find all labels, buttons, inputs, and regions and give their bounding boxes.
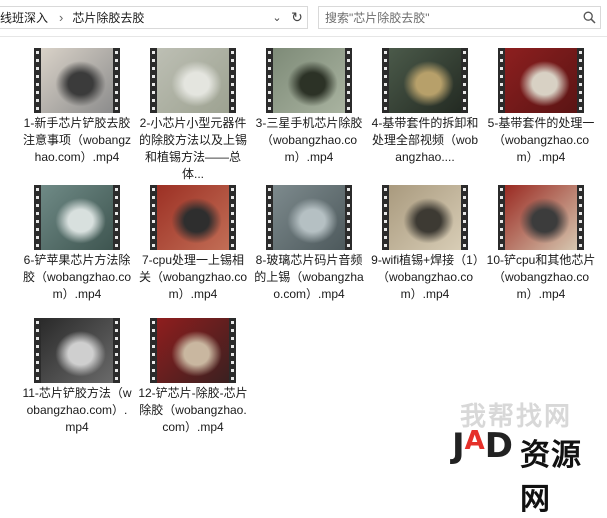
file-name: 5-基带套件的处理一（wobangzhao.com）.mp4 — [487, 116, 595, 164]
video-thumbnail — [34, 48, 120, 113]
watermark-logo: 我帮找网 JAD 资源网 — [452, 392, 607, 516]
video-thumbnail — [150, 185, 236, 250]
video-thumbnail — [34, 185, 120, 250]
film-strip-icon — [345, 48, 352, 113]
video-thumbnail — [498, 48, 584, 113]
film-strip-icon — [34, 185, 41, 250]
film-strip-icon — [266, 48, 273, 113]
film-strip-icon — [577, 185, 584, 250]
video-frame — [273, 185, 345, 250]
address-dropdown-icon[interactable]: ⌄ — [267, 7, 287, 28]
file-name: 10-铲cpu和其他芯片（wobangzhao.com）.mp4 — [486, 253, 596, 301]
video-frame — [41, 185, 113, 250]
file-name: 8-玻璃芯片码片音频的上锡（wobangzhao.com）.mp4 — [254, 253, 364, 301]
video-frame — [389, 185, 461, 250]
film-strip-icon — [229, 318, 236, 383]
breadcrumb-parent[interactable]: 线班深入 — [0, 9, 50, 26]
video-thumbnail — [266, 185, 352, 250]
film-strip-icon — [577, 48, 584, 113]
file-name: 6-铲苹果芯片方法除胶（wobangzhao.com）.mp4 — [22, 253, 132, 301]
film-strip-icon — [229, 185, 236, 250]
watermark-logo-j: J — [452, 426, 465, 466]
video-frame — [157, 48, 229, 113]
video-frame — [157, 318, 229, 383]
video-thumbnail — [34, 318, 120, 383]
file-name: 1-新手芯片铲胶去胶注意事项（wobangzhao.com）.mp4 — [22, 116, 132, 164]
film-strip-icon — [461, 48, 468, 113]
file-name: 7-cpu处理一上锡相关（wobangzhao.com）.mp4 — [138, 253, 248, 301]
file-name: 12-铲芯片-除胶-芯片除胶（wobangzhao.com）.mp4 — [138, 386, 248, 434]
video-frame — [41, 318, 113, 383]
film-strip-icon — [150, 185, 157, 250]
video-thumbnail — [150, 48, 236, 113]
film-strip-icon — [498, 48, 505, 113]
refresh-icon[interactable]: ↻ — [287, 7, 307, 28]
video-frame — [505, 48, 577, 113]
film-strip-icon — [382, 48, 389, 113]
film-strip-icon — [113, 318, 120, 383]
video-thumbnail — [498, 185, 584, 250]
breadcrumb-chevron-icon[interactable]: › — [50, 10, 72, 25]
film-strip-icon — [113, 48, 120, 113]
video-frame — [389, 48, 461, 113]
breadcrumb-current[interactable]: 芯片除胶去胶 — [72, 9, 146, 26]
search-input[interactable]: 搜索"芯片除胶去胶" — [319, 9, 578, 26]
file-name: 3-三星手机芯片除胶（wobangzhao.com）.mp4 — [255, 116, 363, 164]
video-thumbnail — [266, 48, 352, 113]
film-strip-icon — [113, 185, 120, 250]
watermark-logo-p: D — [484, 426, 514, 466]
toolbar: 线班深入 › 芯片除胶去胶 ⌄ ↻ 搜索"芯片除胶去胶" — [0, 0, 607, 37]
film-strip-icon — [34, 318, 41, 383]
search-box[interactable]: 搜索"芯片除胶去胶" — [318, 6, 601, 29]
film-strip-icon — [498, 185, 505, 250]
film-strip-icon — [345, 185, 352, 250]
search-icon[interactable] — [578, 11, 600, 24]
file-name: 11-芯片铲胶方法（wobangzhao.com）.mp4 — [22, 386, 132, 434]
film-strip-icon — [150, 318, 157, 383]
file-name: 2-小芯片小型元器件的除胶方法以及上锡和植锡方法——总体... — [138, 116, 247, 181]
film-strip-icon — [229, 48, 236, 113]
file-name: 9-wifi植锡+焊接（1）（wobangzhao.com）.mp4 — [371, 253, 479, 301]
film-strip-icon — [266, 185, 273, 250]
video-frame — [41, 48, 113, 113]
file-name: 4-基带套件的拆卸和处理全部视频（wobangzhao.... — [371, 116, 479, 164]
video-thumbnail — [382, 185, 468, 250]
watermark-site-name: 资源网 — [520, 439, 582, 516]
video-frame — [505, 185, 577, 250]
video-thumbnail — [382, 48, 468, 113]
film-strip-icon — [150, 48, 157, 113]
film-strip-icon — [461, 185, 468, 250]
watermark-logo-a: A — [464, 426, 485, 456]
video-frame — [273, 48, 345, 113]
address-bar[interactable]: 线班深入 › 芯片除胶去胶 ⌄ ↻ — [0, 6, 308, 29]
film-strip-icon — [34, 48, 41, 113]
watermark-jap-logo: JAD — [452, 426, 513, 466]
film-strip-icon — [382, 185, 389, 250]
video-frame — [157, 185, 229, 250]
video-thumbnail — [150, 318, 236, 383]
